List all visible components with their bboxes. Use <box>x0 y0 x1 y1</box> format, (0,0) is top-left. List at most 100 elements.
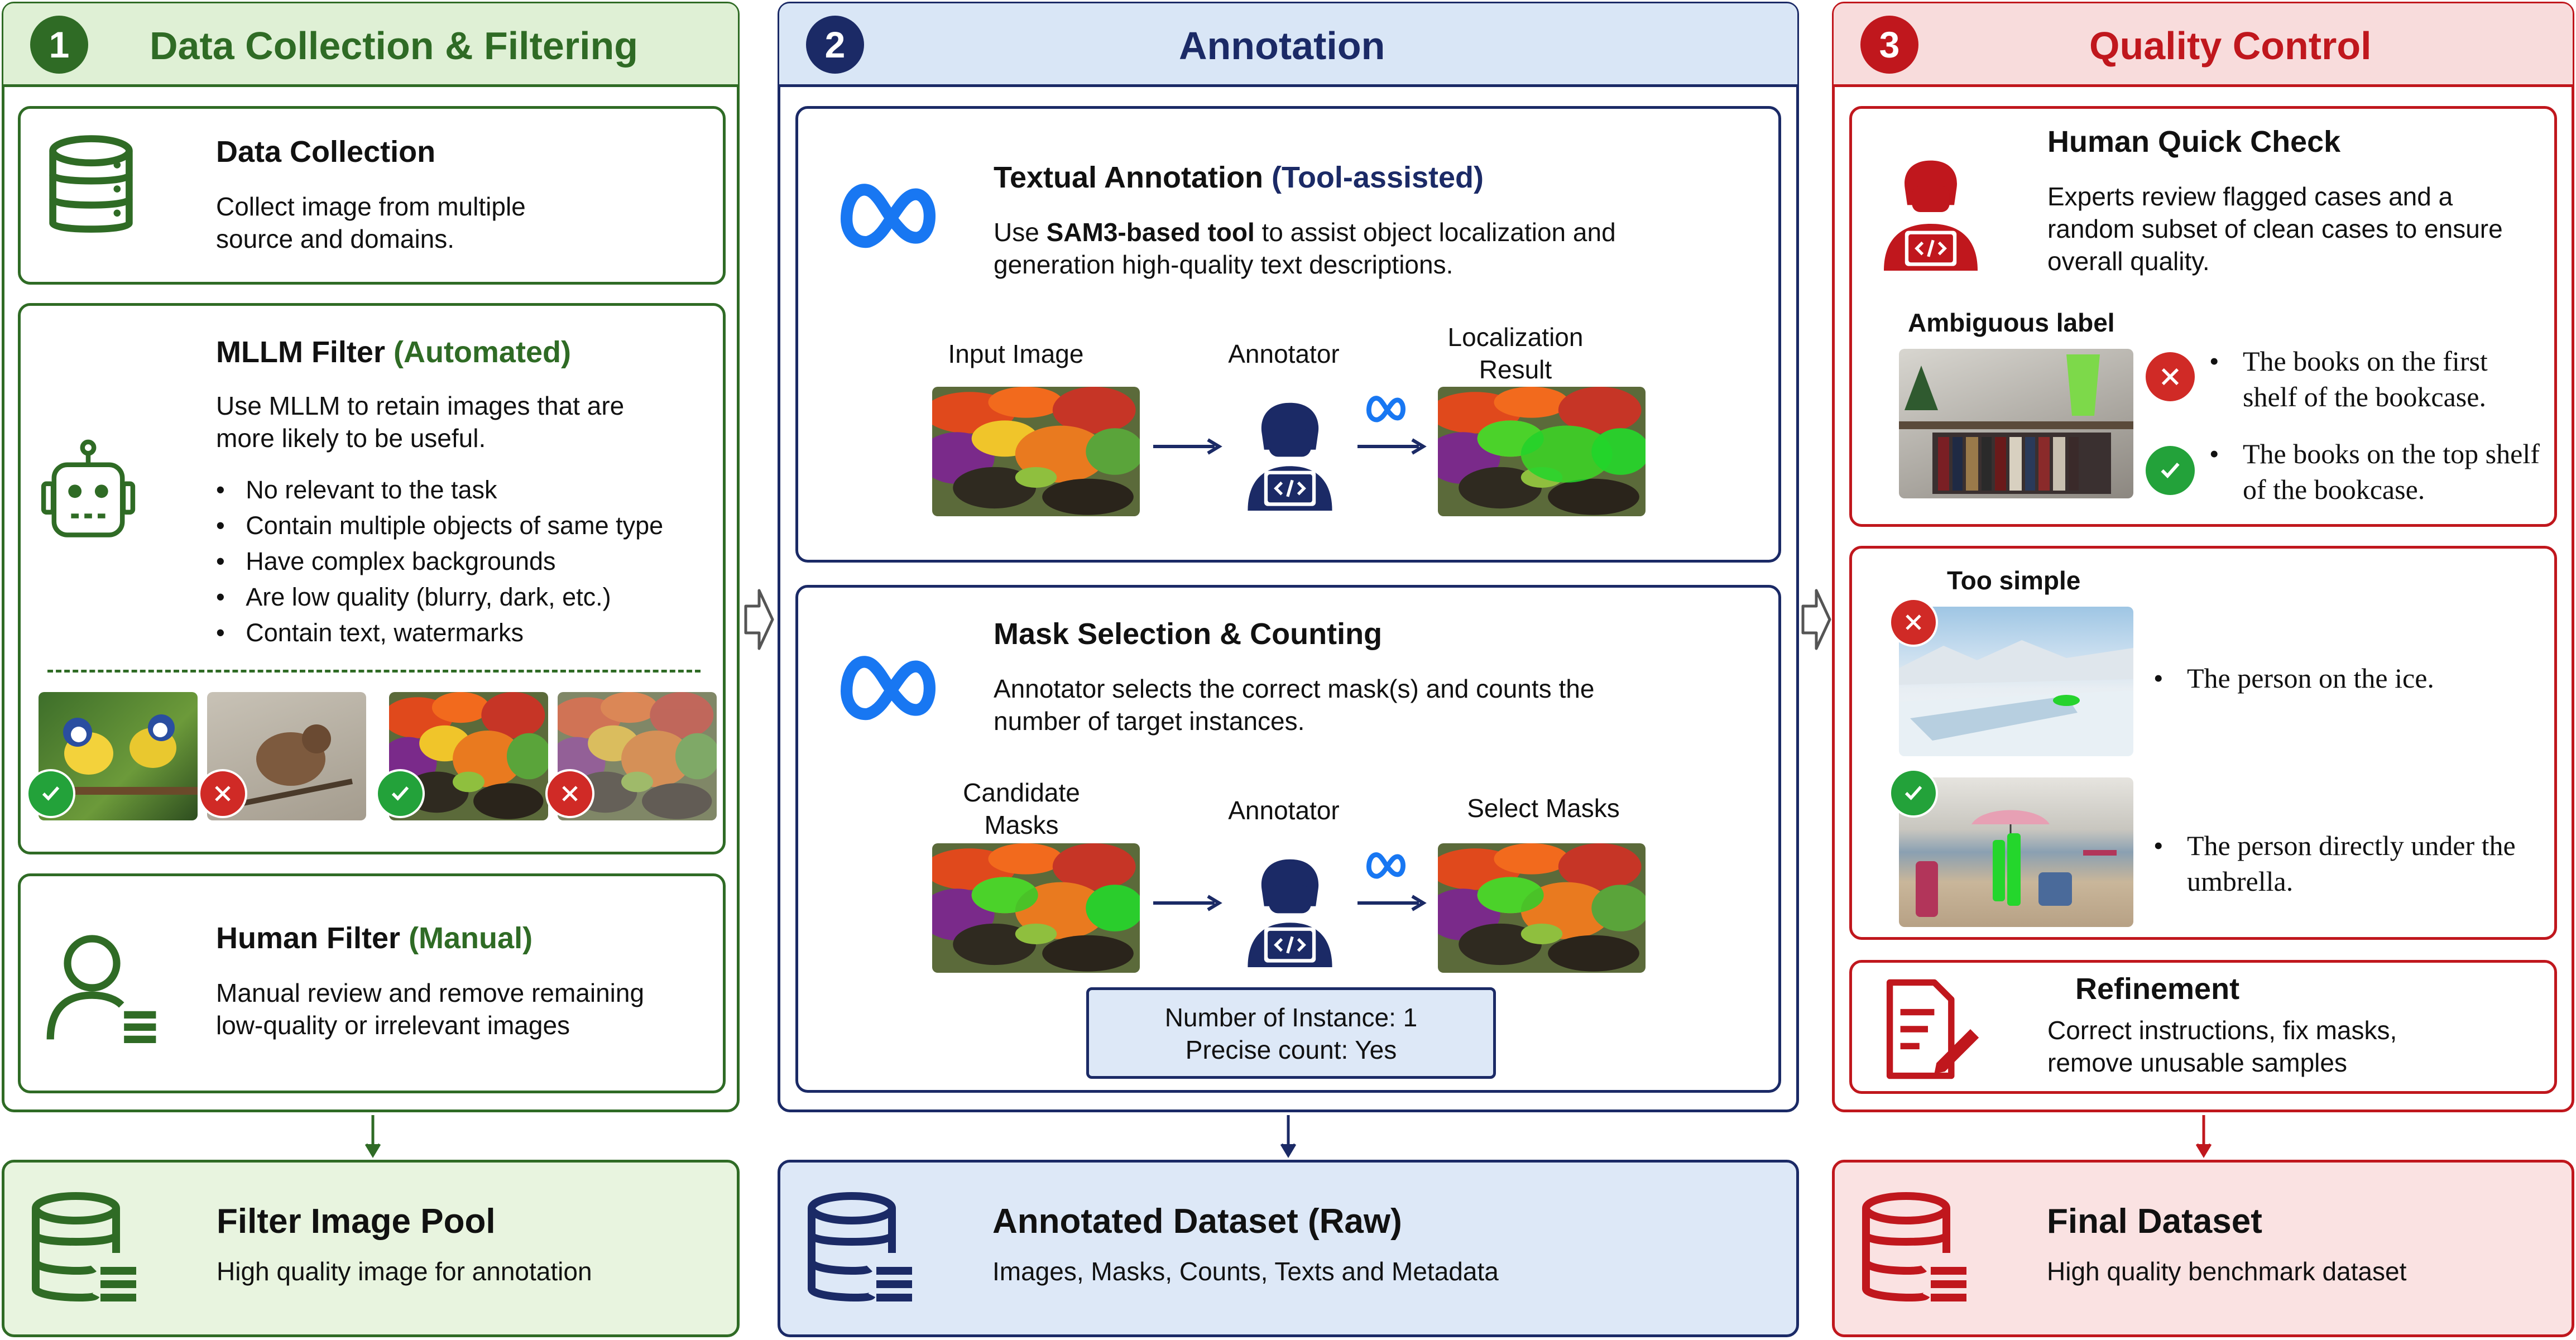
select-masks-label: Select Masks <box>1467 794 1620 823</box>
textual-annotation-tag: (Tool-assisted) <box>1271 161 1484 194</box>
filter-image-pool-title: Filter Image Pool <box>217 1202 496 1241</box>
annotator-label: Annotator <box>1228 796 1340 825</box>
arrow-icon <box>1153 895 1222 911</box>
input-image <box>932 387 1140 516</box>
stage1-number: 1 <box>30 16 88 74</box>
accepted-icon <box>376 769 425 818</box>
mask-selection-text: Annotator selects the correct mask(s) an… <box>994 674 1595 736</box>
too-simple-label: Too simple <box>1947 566 2081 595</box>
filter-image-pool-box: Filter Image Pool High quality image for… <box>2 1160 740 1337</box>
down-arrow-icon <box>1280 1115 1297 1158</box>
ambiguous-bad-caption: The books on the first shelf of the book… <box>2243 345 2488 412</box>
criterion-item: • Contain multiple objects of same type <box>216 511 664 540</box>
data-collection-text: Collect image from multiple source and d… <box>216 192 526 253</box>
human-filter-title-text: Human Filter <box>216 921 401 955</box>
divider <box>47 670 701 673</box>
quick-check-title: Human Quick Check <box>2047 125 2341 159</box>
meta-logo-icon <box>818 637 958 732</box>
final-dataset-title: Final Dataset <box>2047 1202 2262 1241</box>
annotated-dataset-box: Annotated Dataset (Raw) Images, Masks, C… <box>778 1160 1799 1337</box>
bullet: • <box>2153 830 2164 861</box>
mllm-filter-criteria: • No relevant to the task • Contain mult… <box>216 472 663 651</box>
mllm-filter-box: MLLM Filter (Automated) Use MLLM to reta… <box>18 303 726 854</box>
stage1-title: Data Collection & Filtering <box>150 24 639 68</box>
meta-logo-icon <box>818 165 958 260</box>
stage2-header: 2 Annotation <box>779 3 1797 87</box>
database-list-icon <box>1862 1192 1966 1301</box>
criterion-item: • Have complex backgrounds <box>216 547 556 575</box>
simple-good-caption: The person directly under the umbrella. <box>2187 830 2516 897</box>
textual-annotation-title-text: Textual Annotation <box>994 161 1263 194</box>
rejected-icon <box>1889 598 1938 647</box>
meta-logo-icon <box>1361 388 1411 427</box>
rejected-icon <box>2146 352 2195 401</box>
input-image-label: Input Image <box>948 339 1084 368</box>
stage3-title: Quality Control <box>2089 24 2372 68</box>
criterion-item: • Are low quality (blurry, dark, etc.) <box>216 583 611 611</box>
mask-selection-box: Mask Selection & Counting Annotator sele… <box>795 585 1781 1093</box>
instance-count: Number of Instance: 1 <box>1164 1003 1418 1032</box>
textual-annotation-title: Textual Annotation (Tool-assisted) <box>994 160 1484 195</box>
candidate-masks-label: Candidate Masks <box>963 778 1080 839</box>
quick-check-text: Experts review flagged cases and a rando… <box>2047 182 2503 276</box>
database-list-icon <box>808 1192 912 1301</box>
stage-arrow-icon <box>744 589 774 650</box>
final-dataset-box: Final Dataset High quality benchmark dat… <box>1832 1160 2574 1337</box>
textual-annotation-text: Use SAM3-based tool to assist object loc… <box>994 218 1616 279</box>
accepted-icon <box>1889 769 1938 818</box>
refinement-text: Correct instructions, fix masks, remove … <box>2047 1016 2397 1077</box>
database-icon <box>41 131 141 243</box>
bullet: • <box>2153 662 2164 694</box>
arrow-icon <box>1357 438 1427 455</box>
down-arrow-icon <box>364 1115 381 1158</box>
too-simple-box: Too simple • The person on the ice. • Th… <box>1849 546 2557 940</box>
stage1-header: 1 Data Collection & Filtering <box>3 3 738 87</box>
annotated-dataset-title: Annotated Dataset (Raw) <box>992 1202 1402 1241</box>
localization-result-image <box>1438 387 1646 516</box>
count-result-box: Number of Instance: 1 Precise count: Yes <box>1086 987 1496 1079</box>
annotator-icon <box>1231 844 1349 973</box>
mllm-filter-title: MLLM Filter (Automated) <box>216 335 571 369</box>
down-arrow-icon <box>2195 1115 2212 1158</box>
mllm-filter-title-text: MLLM Filter <box>216 335 385 369</box>
database-list-icon <box>32 1192 136 1301</box>
filter-image-pool-text: High quality image for annotation <box>217 1257 592 1286</box>
arrow-icon <box>1357 895 1427 911</box>
arrow-icon <box>1153 438 1222 455</box>
developer-icon <box>1884 160 1978 271</box>
precise-count: Precise count: Yes <box>1185 1035 1397 1064</box>
human-filter-tag: (Manual) <box>409 921 533 955</box>
bullet: • <box>2209 438 2219 469</box>
human-filter-title: Human Filter (Manual) <box>216 921 533 955</box>
human-quick-check-box: Human Quick Check Experts review flagged… <box>1849 106 2557 527</box>
stage3-number: 3 <box>1860 16 1918 74</box>
annotator-label: Annotator <box>1228 339 1340 368</box>
refinement-box: Refinement Correct instructions, fix mas… <box>1849 960 2557 1094</box>
stage2-number: 2 <box>806 16 864 74</box>
final-dataset-text: High quality benchmark dataset <box>2047 1257 2407 1286</box>
bookcase-image <box>1899 349 2133 498</box>
candidate-masks-image <box>932 843 1140 973</box>
mask-selection-title: Mask Selection & Counting <box>994 617 1383 651</box>
robot-icon <box>41 439 136 537</box>
textual-annotation-box: Textual Annotation (Tool-assisted) Use S… <box>795 106 1781 563</box>
mllm-filter-tag: (Automated) <box>393 335 571 369</box>
accepted-icon <box>26 769 75 818</box>
human-filter-box: Human Filter (Manual) Manual review and … <box>18 873 726 1093</box>
stage2-title: Annotation <box>1179 24 1385 68</box>
criterion-item: • Contain text, watermarks <box>216 618 524 647</box>
criterion-item: • No relevant to the task <box>216 476 497 504</box>
meta-logo-icon <box>1361 844 1411 883</box>
user-list-icon <box>46 935 156 1043</box>
bullet: • <box>2209 345 2219 377</box>
stage3-header: 3 Quality Control <box>1834 3 2573 87</box>
simple-bad-caption: The person on the ice. <box>2187 662 2434 694</box>
annotated-dataset-text: Images, Masks, Counts, Texts and Metadat… <box>992 1257 1499 1286</box>
annotator-icon <box>1231 388 1349 516</box>
refinement-title: Refinement <box>2075 972 2240 1006</box>
rejected-icon <box>545 769 594 818</box>
rejected-icon <box>198 769 247 818</box>
mllm-filter-text: Use MLLM to retain images that are more … <box>216 391 625 453</box>
localization-result-label: Localization Result <box>1447 323 1584 384</box>
stage-arrow-icon <box>1801 589 1831 650</box>
